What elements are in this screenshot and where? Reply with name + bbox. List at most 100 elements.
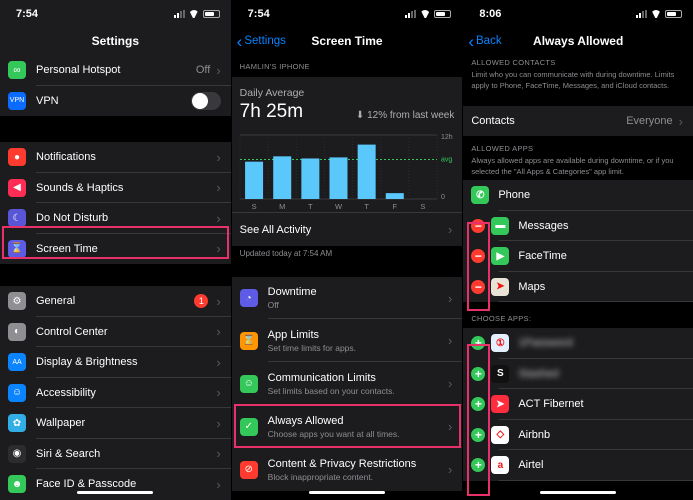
- allowed-app-row-maps: − ➤ Maps: [463, 271, 693, 302]
- updated-text: Updated today at 7:54 AM: [239, 249, 333, 258]
- settings-row-general[interactable]: ⚙ General 1 ›: [0, 286, 231, 317]
- screen-time-row-always-allowed[interactable]: ✓ Always Allowed Choose apps you want at a…: [232, 405, 463, 448]
- link-icon: ∞: [8, 61, 26, 80]
- chevron-left-icon: ‹: [468, 31, 475, 51]
- screen-time-row-downtime[interactable]: ◔ Downtime Off ›: [232, 277, 463, 319]
- x-tick-label: F: [392, 202, 397, 211]
- x-tick-label: T: [308, 202, 313, 211]
- flower-icon: ✿: [8, 414, 26, 433]
- usage-card[interactable]: Daily Average 7h 25m ⬇︎ 12% from last we…: [231, 77, 463, 212]
- hourglass-icon: ⌛: [239, 331, 258, 350]
- device-header: HAMLIN'S IPHONE: [231, 55, 463, 77]
- remove-button[interactable]: −: [471, 279, 486, 294]
- facetime-icon: ▶: [491, 247, 510, 266]
- add-button[interactable]: +: [471, 336, 486, 351]
- chevron-right-icon: ›: [216, 415, 221, 431]
- remove-button[interactable]: −: [471, 218, 486, 233]
- settings-row-screen-time[interactable]: ⌛ Screen Time ›: [0, 234, 231, 265]
- bar-3: [329, 157, 348, 199]
- settings-row-control-center[interactable]: ◐ Control Center ›: [0, 317, 231, 348]
- chevron-right-icon: ›: [216, 324, 221, 340]
- app-name: ACT Fibernet: [518, 398, 584, 411]
- settings-row-display-and-brightness[interactable]: AA Display & Brightness ›: [0, 347, 231, 378]
- chevron-right-icon: ›: [216, 476, 221, 492]
- choose-app-row-stashed: + S Stashed: [463, 358, 693, 389]
- back-button[interactable]: ‹ Settings: [237, 27, 286, 55]
- status-time: 7:54: [16, 7, 39, 20]
- chevron-right-icon: ›: [216, 149, 221, 165]
- act-icon: ➤: [491, 395, 510, 414]
- chevron-right-icon: ›: [216, 293, 221, 309]
- nav-bar: ‹ Back Always Allowed: [463, 27, 693, 55]
- battery-icon: [202, 9, 220, 18]
- chevron-right-icon: ›: [448, 290, 453, 306]
- screen-time-row-content-and-privacy-restrictions[interactable]: ⊘ Content & Privacy Restrictions Block ina…: [232, 448, 463, 491]
- contacts-row[interactable]: Contacts Everyone ›: [463, 106, 693, 136]
- x-tick-label: S: [420, 202, 425, 211]
- divider: [499, 301, 693, 302]
- contacts-header: ALLOWED CONTACTS: [471, 58, 556, 67]
- vpn-icon: VPN: [8, 91, 26, 110]
- back-button[interactable]: ‹ Back: [468, 27, 501, 55]
- row-title: Content & Privacy Restrictions: [267, 457, 417, 470]
- airtel-icon: a: [491, 456, 510, 475]
- vpn-toggle[interactable]: [190, 91, 221, 110]
- daily-average-value: 7h 25m: [239, 101, 304, 122]
- add-button[interactable]: +: [471, 458, 486, 473]
- battery-icon: [665, 9, 683, 18]
- block-icon: ⊘: [239, 460, 258, 479]
- settings-row-siri-and-search[interactable]: ◉ Siri & Search ›: [0, 439, 231, 470]
- choose-app-row-airtel: + a Airtel: [463, 450, 693, 481]
- screen-time-row-app-limits[interactable]: ⌛ App Limits Set time limits for apps. ›: [232, 319, 463, 362]
- down-arrow-icon: ⬇︎: [355, 110, 368, 121]
- chevron-right-icon: ›: [216, 385, 221, 401]
- change-text: 12% from last week: [367, 110, 455, 121]
- remove-button[interactable]: −: [471, 249, 486, 264]
- row-title: App Limits: [267, 328, 320, 341]
- settings-row-wallpaper[interactable]: ✿ Wallpaper ›: [0, 408, 231, 439]
- status-time: 8:06: [479, 7, 502, 20]
- settings-row-accessibility[interactable]: ☺ Accessibility ›: [0, 378, 231, 409]
- chevron-right-icon: ›: [678, 113, 684, 129]
- row-label: Sounds & Haptics: [36, 181, 124, 194]
- settings-row-vpn[interactable]: VPN VPN: [0, 86, 231, 117]
- settings-row-sounds-and-haptics[interactable]: ◀ Sounds & Haptics ›: [0, 173, 231, 204]
- choose-apps-header: CHOOSE APPS:: [471, 314, 532, 323]
- chevron-right-icon: ›: [216, 210, 221, 226]
- y-tick-label: avg: [441, 157, 452, 164]
- app-name: Maps: [518, 280, 546, 293]
- status-bar: 7:54: [232, 0, 463, 27]
- chevron-right-icon: ›: [216, 446, 221, 462]
- home-indicator: [309, 491, 385, 494]
- add-button[interactable]: +: [471, 397, 486, 412]
- home-indicator: [77, 491, 154, 494]
- row-label: Wallpaper: [36, 417, 86, 430]
- hourglass-icon: ⌛: [8, 239, 26, 258]
- see-all-activity-row[interactable]: See All Activity ›: [231, 212, 463, 246]
- row-title: Communication Limits: [267, 371, 376, 384]
- y-tick-label: 0: [441, 194, 445, 201]
- row-label: Screen Time: [36, 242, 98, 255]
- speaker-icon: ◀: [8, 178, 26, 197]
- settings-row-face-id-and-passcode[interactable]: ☻ Face ID & Passcode ›: [0, 469, 231, 500]
- page-title: Settings: [91, 34, 139, 48]
- row-label: VPN: [36, 94, 59, 107]
- apps-description: Always allowed apps are available during…: [471, 156, 674, 176]
- signal-icon: [636, 9, 648, 18]
- chevron-right-icon: ›: [216, 180, 221, 196]
- add-button[interactable]: +: [471, 427, 486, 442]
- apps-header: ALLOWED APPS: [471, 144, 534, 153]
- row-label: Notifications: [36, 151, 96, 164]
- screen-time-row-communication-limits[interactable]: ☺ Communication Limits Set limits based on…: [232, 362, 463, 405]
- settings-row-notifications[interactable]: ● Notifications ›: [0, 142, 231, 173]
- app-name: 1Password: [518, 337, 573, 350]
- settings-row-do-not-disturb[interactable]: ☾ Do Not Disturb ›: [0, 203, 231, 234]
- row-label: Accessibility: [36, 386, 96, 399]
- toggles-icon: ◐: [8, 322, 26, 341]
- x-tick-label: S: [251, 202, 256, 211]
- row-label: Personal Hotspot: [36, 64, 121, 77]
- choose-app-row-airbnb: + ◇ Airbnb: [463, 419, 693, 450]
- row-label: Display & Brightness: [36, 356, 138, 369]
- add-button[interactable]: +: [471, 366, 486, 381]
- settings-row-personal-hotspot[interactable]: ∞ Personal Hotspot Off ›: [0, 55, 231, 86]
